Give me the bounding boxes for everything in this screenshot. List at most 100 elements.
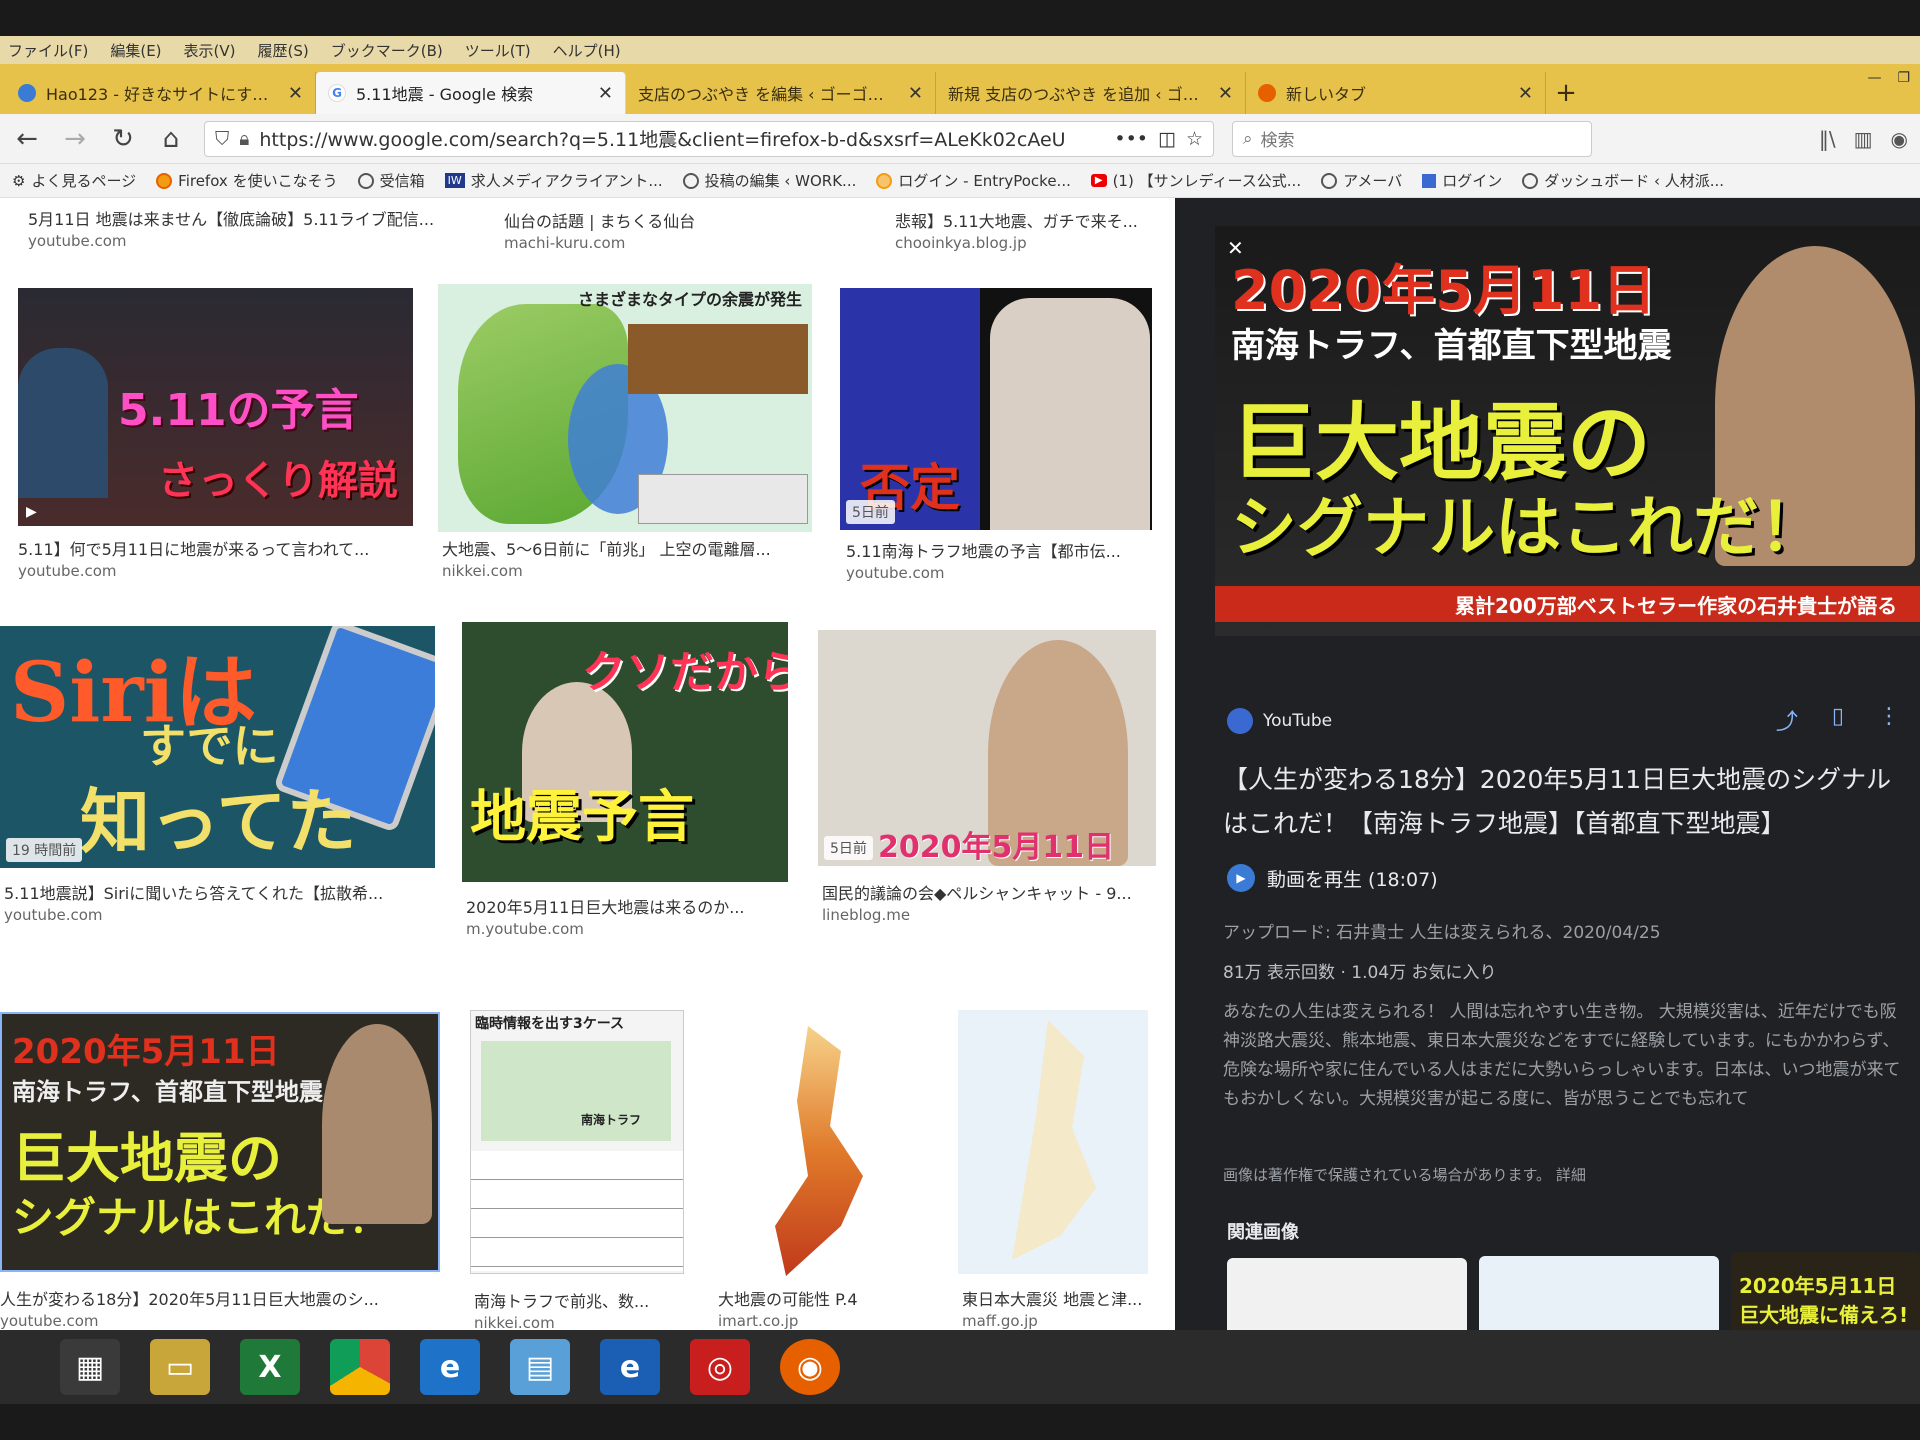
- tab-edit-tweet[interactable]: 支店のつぶやき を編集 ‹ ゴーゴーバイト ✕: [626, 72, 936, 114]
- bookmark-item[interactable]: アメーバ: [1321, 170, 1402, 191]
- lock-icon[interactable]: 🔒︎: [239, 128, 249, 150]
- menu-tools[interactable]: ツール(T): [465, 40, 531, 61]
- library-icon[interactable]: ‖\: [1819, 127, 1836, 151]
- minimize-icon[interactable]: —: [1867, 70, 1881, 86]
- result-source: m.youtube.com: [466, 920, 584, 938]
- menu-history[interactable]: 履歴(S): [258, 40, 309, 61]
- result-caption[interactable]: 5.11南海トラフ地震の予言【都市伝...: [846, 538, 1121, 562]
- play-icon: ▶: [26, 504, 37, 520]
- forward-icon[interactable]: →: [60, 124, 90, 154]
- time-badge: 5日前: [824, 836, 873, 860]
- close-tab-icon[interactable]: ✕: [1518, 83, 1533, 104]
- result-thumbnail[interactable]: 2020年5月11日 5日前: [818, 630, 1156, 866]
- shield-icon[interactable]: ⛉: [215, 128, 229, 150]
- bookmark-item[interactable]: IW 求人メディアクライアント...: [444, 170, 663, 191]
- result-caption[interactable]: 南海トラフで前兆、数...: [474, 1288, 649, 1312]
- result-thumbnail-selected[interactable]: 2020年5月11日 南海トラフ、首都直下型地震 巨大地震の シグナルはこれだ！: [0, 1012, 440, 1272]
- tab-new-tab[interactable]: 新しいタブ ✕: [1246, 72, 1546, 114]
- result-thumbnail[interactable]: 5.11の予言 さっくり解説 ▶: [18, 288, 413, 526]
- excel-icon[interactable]: X: [240, 1339, 300, 1395]
- time-badge: 5日前: [846, 500, 895, 524]
- related-overlay-text: 2020年5月11日 巨大地震に備えろ!: [1739, 1274, 1909, 1327]
- result-thumbnail[interactable]: 臨時情報を出す3ケース 南海トラフ: [470, 1010, 684, 1274]
- thumbnail-overlay-text: さっくり解説: [158, 458, 398, 504]
- menu-bookmarks[interactable]: ブックマーク(B): [331, 40, 443, 61]
- security-icon[interactable]: ◎: [690, 1339, 750, 1395]
- result-caption[interactable]: 5月11日 地震は来ません【徹底論破】5.11ライブ配信...: [28, 206, 434, 230]
- result-thumbnail[interactable]: [714, 1006, 888, 1286]
- close-tab-icon[interactable]: ✕: [288, 83, 303, 104]
- new-tab-button[interactable]: +: [1546, 72, 1586, 114]
- close-icon[interactable]: ✕: [1227, 236, 1244, 260]
- close-tab-icon[interactable]: ✕: [598, 83, 613, 104]
- result-caption[interactable]: 人生が変わる18分】2020年5月11日巨大地震のシ...: [0, 1286, 379, 1310]
- maximize-icon[interactable]: ❐: [1897, 70, 1910, 86]
- bookmark-item[interactable]: ▶ (1) 【サンレディース公式...: [1090, 170, 1301, 191]
- menu-view[interactable]: 表示(V): [184, 40, 236, 61]
- result-thumbnail[interactable]: [958, 1010, 1148, 1274]
- bookmark-item[interactable]: 受信箱: [357, 170, 425, 191]
- result-caption[interactable]: 仙台の話題 | まちくる仙台: [504, 208, 695, 232]
- result-title[interactable]: 【人生が変わる18分】2020年5月11日巨大地震のシグナルはこれだ！【南海トラ…: [1223, 758, 1913, 846]
- bookmark-item[interactable]: ⚙ よく見るページ: [12, 170, 136, 191]
- result-caption[interactable]: 悲報】5.11大地震、ガチで来そ...: [895, 208, 1138, 232]
- result-source: chooinkya.blog.jp: [895, 234, 1027, 252]
- account-icon[interactable]: ◉: [1891, 127, 1908, 151]
- more-actions-icon[interactable]: •••: [1114, 128, 1148, 150]
- source-site[interactable]: YouTube: [1227, 708, 1332, 734]
- result-thumbnail[interactable]: さまざまなタイプの余震が発生: [438, 284, 812, 532]
- bookmark-item[interactable]: 投稿の編集 ‹ WORK...: [682, 170, 856, 191]
- navigation-bar: ← → ↻ ⌂ ⛉ 🔒︎ https://www.google.com/sear…: [0, 114, 1920, 164]
- play-video-button[interactable]: ▶ 動画を再生 (18:07): [1227, 864, 1438, 892]
- result-caption[interactable]: 国民的議論の会◆ペルシャンキャット - 9...: [822, 880, 1132, 904]
- bookmark-item[interactable]: ダッシュボード ‹ 人材派...: [1522, 170, 1724, 191]
- menu-edit[interactable]: 編集(E): [110, 40, 161, 61]
- back-icon[interactable]: ←: [12, 124, 42, 154]
- tab-google-search[interactable]: G 5.11地震 - Google 検索 ✕: [316, 72, 626, 114]
- result-thumbnail[interactable]: クソだから 地震予言: [462, 622, 788, 882]
- globe-icon: [1321, 172, 1338, 189]
- bookmark-item[interactable]: Firefox を使いこなそう: [156, 170, 338, 191]
- pocket-icon[interactable]: ◫: [1158, 128, 1176, 150]
- home-icon[interactable]: ⌂: [156, 124, 186, 154]
- close-tab-icon[interactable]: ✕: [1218, 83, 1233, 104]
- result-source: youtube.com: [28, 232, 127, 250]
- more-icon[interactable]: ⋮: [1878, 704, 1900, 736]
- preview-image[interactable]: 2020年5月11日 南海トラフ、首都直下型地震 巨大地震の シグナルはこれだ！…: [1215, 226, 1920, 636]
- edge-icon[interactable]: e: [600, 1339, 660, 1395]
- result-thumbnail[interactable]: 否定 5日前: [840, 288, 1152, 530]
- result-caption[interactable]: 大地震、5〜6日前に「前兆」 上空の電離層...: [442, 536, 771, 560]
- thumbnail-overlay-text: 巨大地震の: [12, 1127, 282, 1190]
- toolbar-right: ‖\ ▥ ◉: [1819, 127, 1908, 151]
- share-icon[interactable]: ⤴: [1776, 704, 1798, 736]
- bookmark-item[interactable]: ログイン: [1422, 170, 1502, 191]
- result-source: youtube.com: [846, 564, 945, 582]
- preview-banner-text: 累計200万部ベストセラー作家の石井貴士が語る: [1455, 594, 1898, 618]
- hao123-favicon-icon: [18, 84, 36, 102]
- store-icon[interactable]: ▦: [60, 1339, 120, 1395]
- tab-hao123[interactable]: Hao123 - 好きなサイトにすぐ行け ✕: [6, 72, 316, 114]
- result-caption[interactable]: 2020年5月11日巨大地震は来るのか...: [466, 894, 745, 918]
- chrome-icon[interactable]: [330, 1339, 390, 1395]
- internet-explorer-icon[interactable]: e: [420, 1339, 480, 1395]
- menu-file[interactable]: ファイル(F): [8, 40, 88, 61]
- result-caption[interactable]: 5.11】何で5月11日に地震が来るって言われて...: [18, 536, 369, 560]
- reload-icon[interactable]: ↻: [108, 124, 138, 154]
- close-tab-icon[interactable]: ✕: [908, 83, 923, 104]
- url-text[interactable]: https://www.google.com/search?q=5.11地震&c…: [259, 125, 1104, 152]
- menu-help[interactable]: ヘルプ(H): [553, 40, 621, 61]
- result-caption[interactable]: 大地震の可能性 P.4: [718, 1286, 858, 1310]
- firefox-icon[interactable]: ◉: [780, 1339, 840, 1395]
- result-thumbnail[interactable]: Siriは すでに 知ってた 19 時間前: [0, 626, 435, 868]
- save-icon[interactable]: ▯: [1832, 704, 1844, 736]
- url-bar[interactable]: ⛉ 🔒︎ https://www.google.com/search?q=5.1…: [204, 120, 1214, 157]
- sidebar-icon[interactable]: ▥: [1854, 127, 1873, 151]
- bookmark-item[interactable]: ログイン - EntryPocke...: [876, 170, 1071, 191]
- bookmark-star-icon[interactable]: ☆: [1186, 128, 1203, 150]
- search-bar[interactable]: ⌕ 検索: [1232, 120, 1592, 157]
- notepad-icon[interactable]: ▤: [510, 1339, 570, 1395]
- result-caption[interactable]: 5.11地震説】Siriに聞いたら答えてくれた【拡散希...: [4, 880, 383, 904]
- file-explorer-icon[interactable]: ▭: [150, 1339, 210, 1395]
- tab-new-tweet[interactable]: 新規 支店のつぶやき を追加 ‹ ゴーゴー ✕: [936, 72, 1246, 114]
- result-caption[interactable]: 東日本大震災 地震と津...: [962, 1286, 1142, 1310]
